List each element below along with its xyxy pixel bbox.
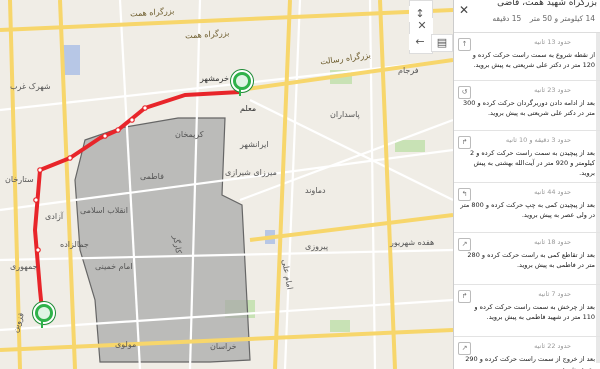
- step-text: بعد از ادامه دادن دوربرگردان حرکت کرده و…: [462, 99, 595, 117]
- origin-marker-icon[interactable]: [33, 302, 55, 328]
- turn-icon: ↺: [458, 86, 471, 99]
- destination-marker-icon[interactable]: [231, 70, 253, 96]
- map-label: پیروزی: [305, 242, 329, 251]
- turn-icon: ↰: [458, 188, 471, 201]
- map-canvas[interactable]: [0, 0, 453, 369]
- turn-icon: ↱: [458, 290, 471, 303]
- map-view[interactable]: بزرگراه همت بزرگراه همت بزرگراه رسالت فر…: [0, 0, 453, 369]
- direction-step[interactable]: ↱ حدود 7 ثانیه بعد از چرخش به سمت راست ح…: [454, 284, 600, 337]
- map-label: میرزای شیرازی: [225, 168, 277, 177]
- back-icon[interactable]: ←: [409, 34, 431, 50]
- panel-header: بزرگراه شهید همت، قاضی 14 کیلومتر و 50 م…: [454, 0, 600, 33]
- map-label: انقلاب اسلامی: [80, 206, 128, 215]
- route-node: [67, 155, 73, 161]
- route-node: [115, 127, 121, 133]
- step-time: حدود 18 ثانیه: [534, 238, 571, 246]
- step-time: حدود 23 ثانیه: [534, 86, 571, 94]
- step-text: بعد از چرخش به سمت راست حرکت کرده و 110 …: [474, 303, 595, 321]
- route-node: [142, 105, 148, 111]
- direction-step[interactable]: ↱ حدود 3 دقیقه و 10 ثانیه بعد از پیچیدن …: [454, 130, 600, 183]
- park-area: [395, 140, 425, 152]
- route-title: بزرگراه شهید همت، قاضی: [497, 0, 597, 8]
- turn-icon: ↑: [458, 38, 471, 51]
- direction-step[interactable]: ↗ حدود 18 ثانیه بعد از تقاطع کمی به راست…: [454, 232, 600, 285]
- map-label: هفده شهریور: [390, 238, 435, 247]
- map-label: ستارخان: [5, 175, 34, 184]
- map-label: معلم: [240, 104, 257, 113]
- route-distance: 14 کیلومتر و 50 متر: [529, 14, 595, 23]
- map-label: ایرانشهر: [240, 140, 269, 149]
- close-route-icon[interactable]: ✕: [411, 18, 433, 34]
- direction-step[interactable]: ↑ حدود 13 ثانیه از نقطه شروع به سمت راست…: [454, 32, 600, 81]
- route-node: [35, 247, 41, 253]
- step-text: بعد از پیچیدن کمی به چپ حرکت کرده و 800 …: [460, 201, 595, 219]
- district-region: [74, 117, 251, 363]
- step-text: بعد از خروج از سمت راست حرکت کرده و 290 …: [465, 355, 595, 369]
- map-label: امام خمینی: [95, 262, 133, 271]
- menu-icon[interactable]: ▤: [431, 34, 453, 52]
- step-time: حدود 22 ثانیه: [534, 342, 571, 350]
- map-label: خرمشهر: [200, 74, 229, 83]
- map-label: پاسداران: [330, 110, 360, 119]
- direction-step[interactable]: ↗ حدود 22 ثانیه بعد از خروج از سمت راست …: [454, 336, 600, 369]
- route-node: [129, 117, 135, 123]
- map-label: مولوی: [115, 340, 137, 349]
- step-text: بعد از تقاطع کمی به راست حرکت کرده و 280…: [467, 251, 595, 269]
- route-summary: 14 کیلومتر و 50 متر 15 دقیقه: [492, 14, 595, 23]
- park-area: [330, 320, 350, 332]
- step-text: از نقطه شروع به سمت راست حرکت کرده و 120…: [472, 51, 595, 69]
- step-time: حدود 3 دقیقه و 10 ثانیه: [505, 136, 571, 144]
- map-label: فرجام: [398, 66, 419, 75]
- direction-step[interactable]: ↺ حدود 23 ثانیه بعد از ادامه دادن دوربرگ…: [454, 80, 600, 131]
- map-label: آزادی: [45, 212, 64, 221]
- close-icon[interactable]: ✕: [459, 3, 469, 17]
- step-time: حدود 7 ثانیه: [538, 290, 571, 298]
- map-label: فاطمی: [140, 172, 164, 181]
- route-node: [102, 133, 108, 139]
- map-label: دماوند: [305, 186, 326, 195]
- map-label: کریمخان: [175, 130, 204, 139]
- route-duration: 15 دقیقه: [492, 14, 522, 23]
- map-label: خراسان: [210, 342, 237, 351]
- map-label: جمهوری: [10, 262, 38, 271]
- turn-icon: ↗: [458, 342, 471, 355]
- map-label: جمالزاده: [60, 240, 89, 249]
- map-label: شهرک غرب: [10, 82, 51, 91]
- step-text: بعد از پیچیدن به سمت راست حرکت کرده و 2 …: [469, 149, 595, 177]
- turn-icon: ↗: [458, 238, 471, 251]
- route-node: [33, 197, 39, 203]
- step-time: حدود 13 ثانیه: [534, 38, 571, 46]
- turn-icon: ↱: [458, 136, 471, 149]
- direction-step[interactable]: ↰ حدود 44 ثانیه بعد از پیچیدن کمی به چپ …: [454, 182, 600, 233]
- route-node: [37, 167, 43, 173]
- step-time: حدود 44 ثانیه: [534, 188, 571, 196]
- directions-panel: بزرگراه شهید همت، قاضی 14 کیلومتر و 50 م…: [453, 0, 600, 369]
